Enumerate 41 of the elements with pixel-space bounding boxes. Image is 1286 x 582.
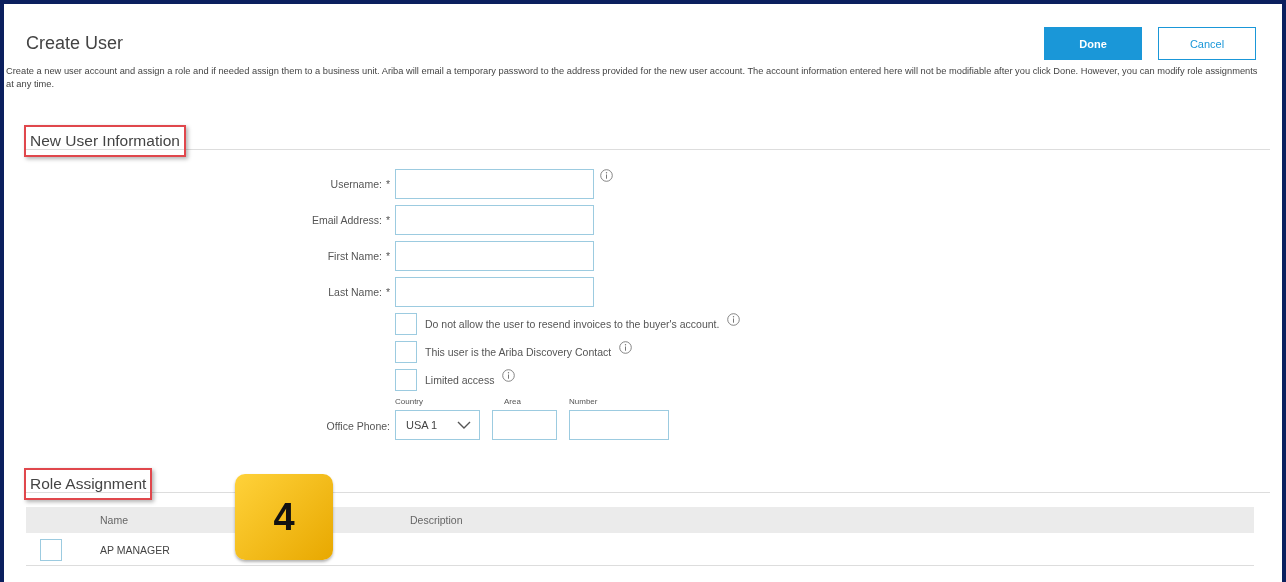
checkbox-label: Do not allow the user to resend invoices to the buyer's account.	[425, 318, 720, 330]
step-badge: 4	[235, 474, 333, 560]
cancel-button[interactable]: Cancel	[1158, 27, 1256, 60]
checkbox-label: This user is the Ariba Discovery Contact	[425, 346, 612, 358]
text-field[interactable]	[395, 241, 594, 271]
field-label: Last Name:	[328, 286, 382, 298]
checkbox[interactable]	[40, 539, 62, 561]
chevron-icon	[457, 421, 471, 429]
field-label: Email Address:	[311, 214, 382, 226]
description-text: Create a new user account and assign a role and if needed assign them to a business unit. Ariba will email a temporary password to the address provided for the new user account. The account information entered here will not be modifiable after you click Done. However, you can modify role assignments at any time.	[6, 65, 1259, 91]
country-dropdown[interactable]: USA 1	[395, 410, 480, 440]
country-label: Country	[395, 397, 424, 406]
text-field[interactable]	[395, 277, 594, 307]
text-field[interactable]	[395, 169, 594, 199]
required-mark: *	[385, 250, 390, 262]
checkbox[interactable]	[395, 369, 417, 391]
field-label: Username:	[330, 178, 382, 190]
done-button[interactable]: Done	[1044, 27, 1142, 60]
field-label: First Name:	[327, 250, 382, 262]
info-icon[interactable]	[619, 341, 633, 354]
info-icon[interactable]	[727, 313, 741, 326]
number-field[interactable]	[569, 410, 669, 440]
column-header: Name	[100, 514, 129, 526]
table-cell: AP MANAGER	[100, 544, 170, 556]
required-mark: *	[385, 286, 390, 298]
info-icon[interactable]	[502, 369, 516, 382]
area-field[interactable]	[492, 410, 557, 440]
field-label: Office Phone:	[326, 420, 390, 432]
checkbox[interactable]	[395, 341, 417, 363]
required-mark: *	[385, 214, 390, 226]
section-heading: Role Assignment	[24, 468, 153, 500]
section-heading: New User Information	[24, 125, 186, 157]
required-mark: *	[385, 178, 390, 190]
area-label: Area	[503, 397, 522, 406]
column-header: Description	[410, 514, 463, 526]
checkbox-label: Limited access	[425, 374, 495, 386]
checkbox[interactable]	[395, 313, 417, 335]
number-label: Number	[569, 397, 599, 406]
info-icon[interactable]	[600, 169, 613, 182]
text-field[interactable]	[395, 205, 594, 235]
page-title: Create User	[26, 33, 124, 54]
